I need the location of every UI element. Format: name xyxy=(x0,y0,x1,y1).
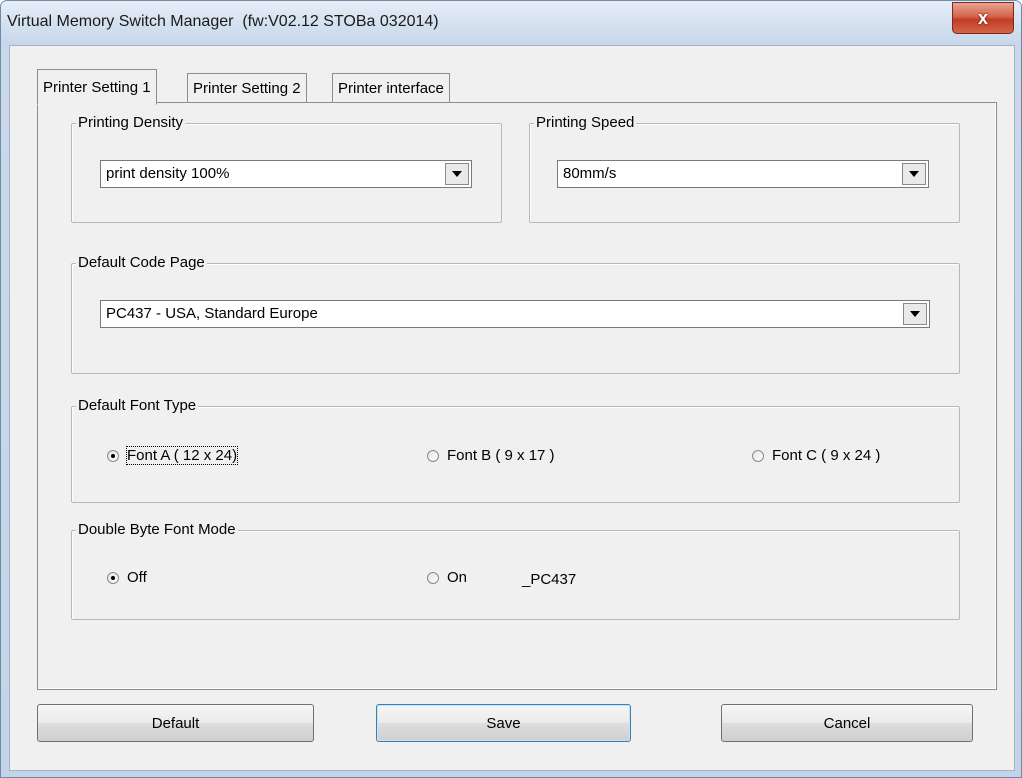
tab-label: Printer interface xyxy=(338,80,444,97)
radio-label: On xyxy=(447,569,468,586)
group-legend: Default Code Page xyxy=(76,254,207,272)
radio-label: Font C ( 9 x 24 ) xyxy=(772,447,881,464)
radio-label: Off xyxy=(127,569,147,586)
chevron-down-icon xyxy=(910,311,920,317)
button-label: Default xyxy=(151,714,200,732)
tab-panel: Printing Density print density 100% Prin… xyxy=(37,102,997,690)
font-type-group: Default Font Type Font A ( 12 x 24) Font… xyxy=(71,397,960,503)
double-byte-codepage-text: _PC437 xyxy=(522,571,577,588)
radio-label: Font A ( 12 x 24) xyxy=(125,446,239,465)
dialog-window: Virtual Memory Switch Manager (fw:V02.12… xyxy=(0,0,1022,778)
dialog-client-area: Printer Setting 1 Printer Setting 2 Prin… xyxy=(9,45,1015,771)
tab-label: Printer Setting 2 xyxy=(193,80,301,97)
tab-printer-setting-2[interactable]: Printer Setting 2 xyxy=(187,73,307,103)
tab-label: Printer Setting 1 xyxy=(43,79,151,96)
group-legend: Double Byte Font Mode xyxy=(76,521,238,539)
double-byte-on-radio[interactable]: On xyxy=(427,569,467,586)
group-legend: Default Font Type xyxy=(76,397,199,415)
close-button[interactable]: x xyxy=(952,2,1014,34)
printing-speed-select[interactable]: 80mm/s xyxy=(557,160,929,188)
radio-checked-icon xyxy=(107,449,119,462)
printing-density-select[interactable]: print density 100% xyxy=(100,160,472,188)
radio-unchecked-icon xyxy=(427,571,439,584)
save-button[interactable]: Save xyxy=(376,704,631,742)
title-bar[interactable]: Virtual Memory Switch Manager (fw:V02.12… xyxy=(1,1,1021,45)
printing-density-group: Printing Density print density 100% xyxy=(71,114,502,223)
chevron-down-icon xyxy=(452,171,462,177)
font-a-radio[interactable]: Font A ( 12 x 24) xyxy=(107,446,239,465)
close-icon: x xyxy=(977,7,988,28)
double-byte-group: Double Byte Font Mode Off On _PC437 xyxy=(71,521,960,620)
cancel-button[interactable]: Cancel xyxy=(721,704,973,742)
radio-label: Font B ( 9 x 17 ) xyxy=(447,447,555,464)
dropdown-button[interactable] xyxy=(902,163,926,185)
chevron-down-icon xyxy=(909,171,919,177)
window-title: Virtual Memory Switch Manager (fw:V02.12… xyxy=(7,13,439,30)
radio-checked-icon xyxy=(107,571,119,584)
code-page-group: Default Code Page PC437 - USA, Standard … xyxy=(71,254,960,374)
tab-printer-setting-1[interactable]: Printer Setting 1 xyxy=(37,69,157,105)
select-value: PC437 - USA, Standard Europe xyxy=(106,305,318,322)
select-value: 80mm/s xyxy=(563,165,617,182)
group-legend: Printing Speed xyxy=(534,114,637,132)
radio-unchecked-icon xyxy=(752,449,764,462)
code-page-select[interactable]: PC437 - USA, Standard Europe xyxy=(100,300,930,328)
dropdown-button[interactable] xyxy=(903,303,927,325)
group-legend: Printing Density xyxy=(76,114,186,132)
tab-printer-interface[interactable]: Printer interface xyxy=(332,73,450,103)
double-byte-off-radio[interactable]: Off xyxy=(107,569,147,586)
printing-speed-group: Printing Speed 80mm/s xyxy=(529,114,960,223)
default-button[interactable]: Default xyxy=(37,704,314,742)
font-b-radio[interactable]: Font B ( 9 x 17 ) xyxy=(427,447,555,464)
select-value: print density 100% xyxy=(106,165,230,182)
font-c-radio[interactable]: Font C ( 9 x 24 ) xyxy=(752,447,880,464)
dropdown-button[interactable] xyxy=(445,163,469,185)
radio-unchecked-icon xyxy=(427,449,439,462)
button-label: Save xyxy=(486,714,521,732)
button-label: Cancel xyxy=(823,714,871,732)
